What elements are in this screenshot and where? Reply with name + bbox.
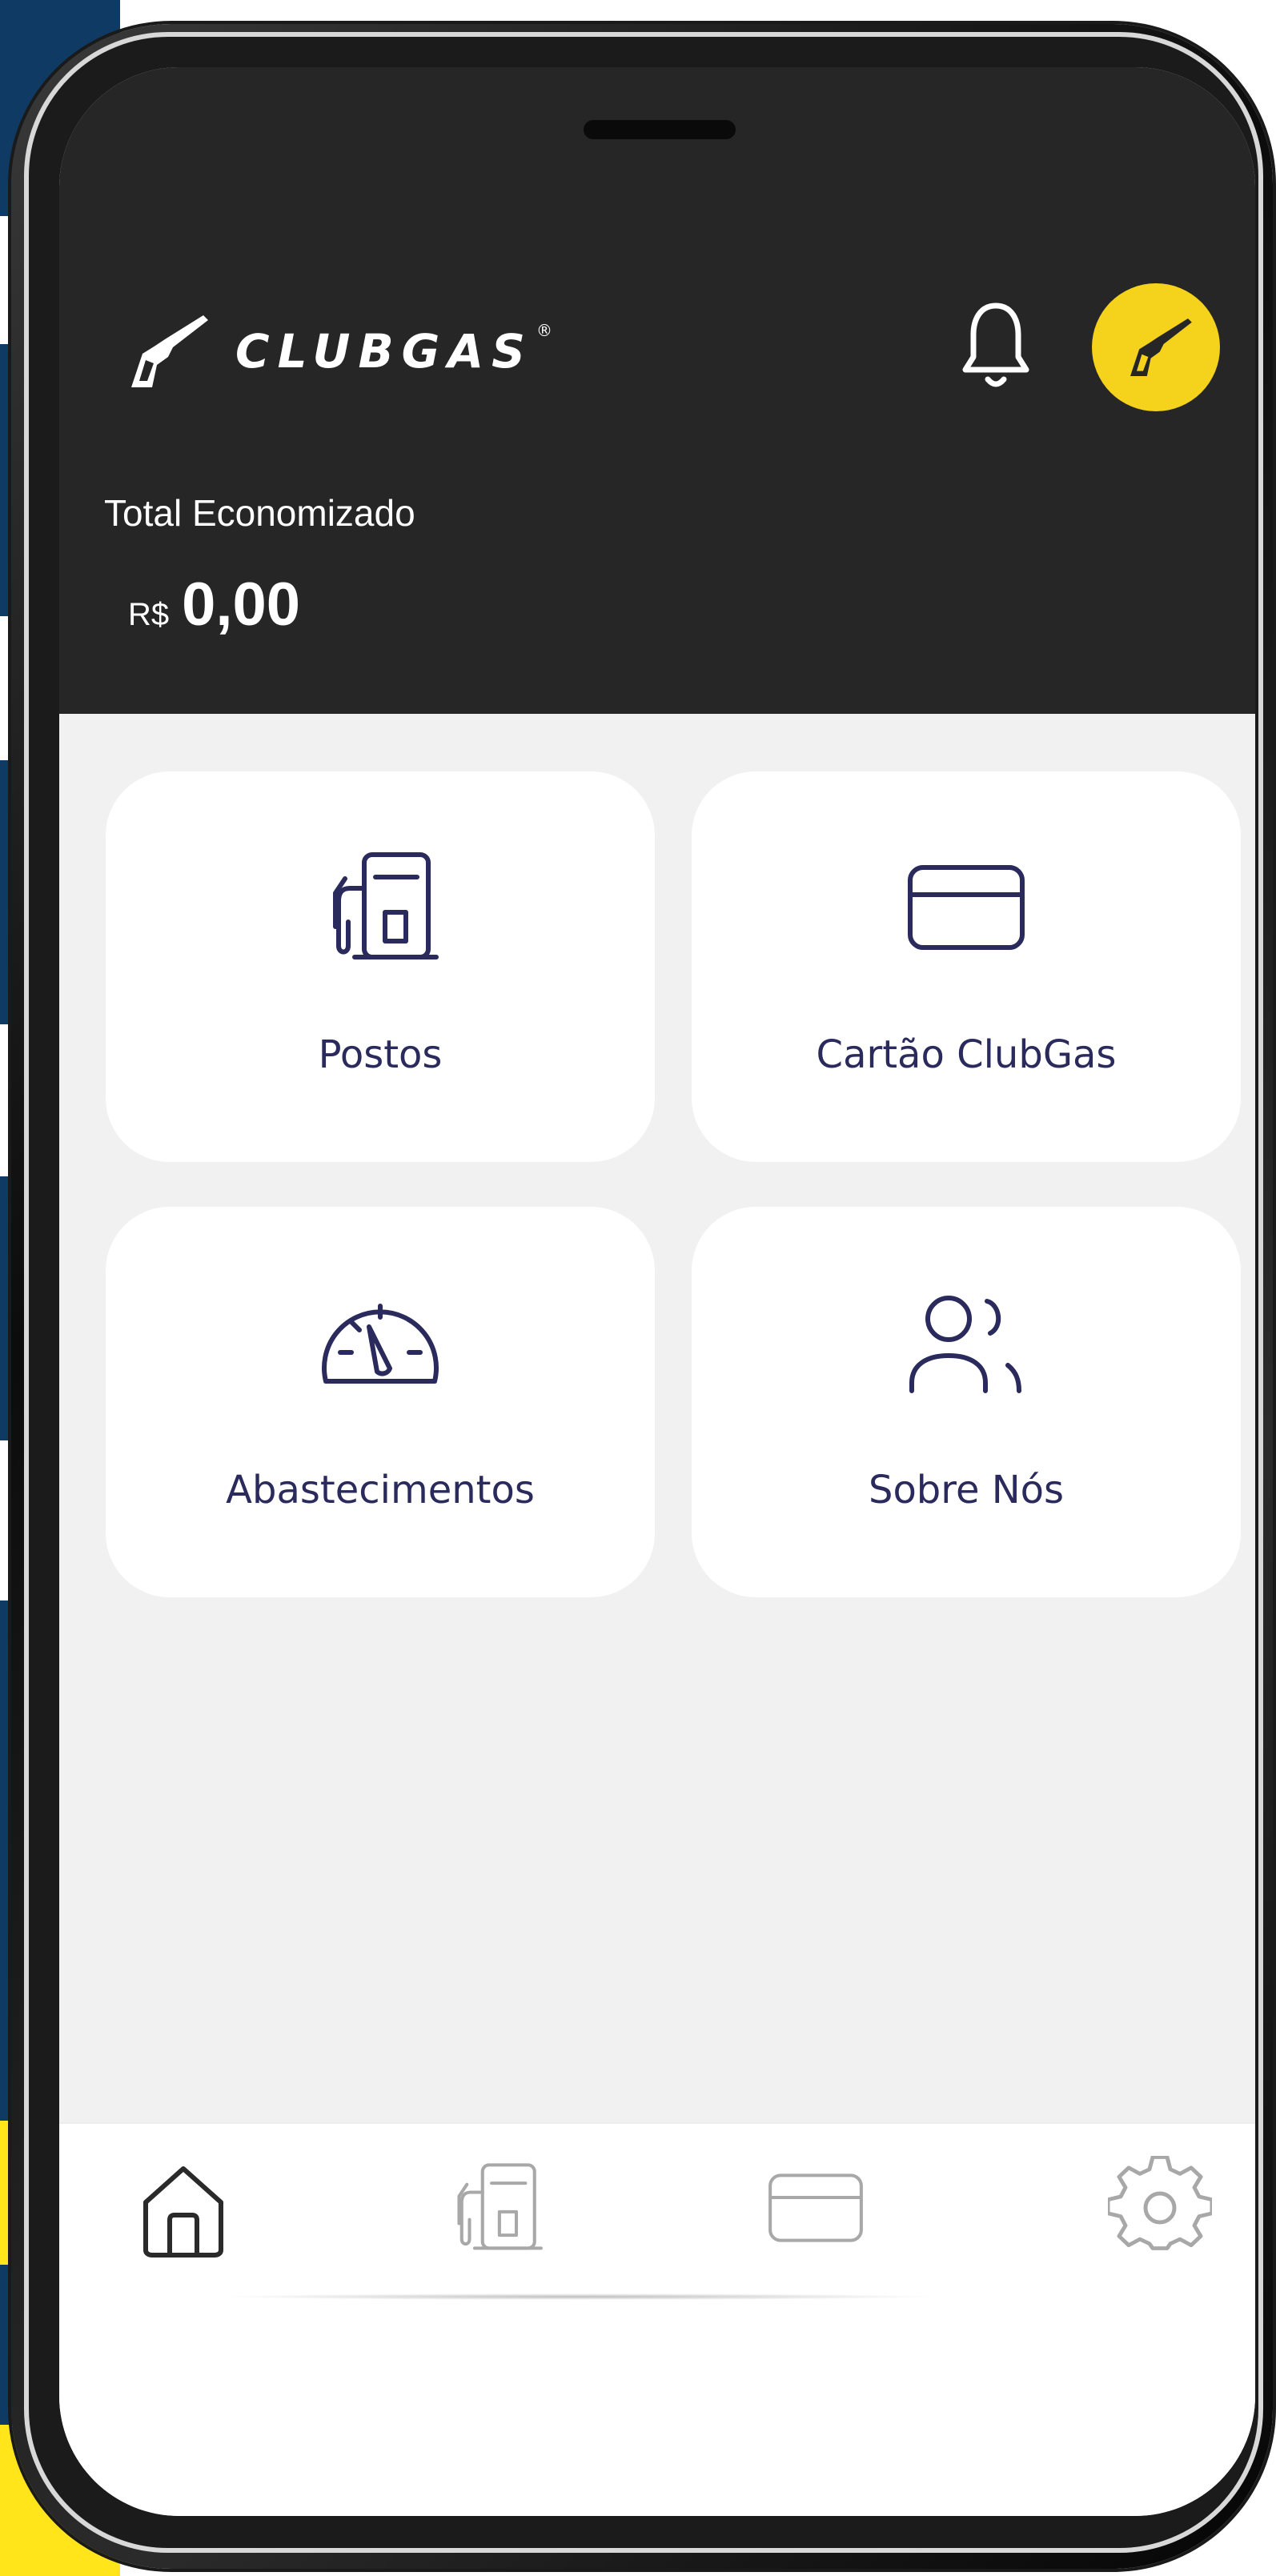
card-label: Abastecimentos [226, 1468, 535, 1512]
saved-amount: 0,00 [182, 571, 301, 639]
currency-symbol: R$ [128, 597, 170, 632]
credit-card-icon[interactable] [764, 2156, 868, 2260]
fuel-pump-icon[interactable] [443, 2156, 548, 2260]
registered-mark: ® [536, 321, 552, 340]
card-postos[interactable]: Postos [106, 771, 655, 1162]
total-saved-label: Total Economizado [104, 492, 415, 534]
safe-area [59, 2290, 1255, 2516]
credit-card-icon [908, 865, 1025, 950]
card-abastecimentos[interactable]: Abastecimentos [106, 1207, 655, 1597]
total-saved-value: R$ 0,00 [128, 570, 300, 639]
card-label: Sobre Nós [868, 1468, 1065, 1512]
nav-shadow [219, 2294, 940, 2300]
gear-icon[interactable] [1108, 2156, 1212, 2260]
avatar[interactable] [1092, 283, 1220, 411]
fuel-nozzle-icon [1130, 318, 1192, 376]
bell-icon[interactable] [956, 299, 1036, 395]
card-label: Cartão ClubGas [816, 1032, 1117, 1077]
fuel-nozzle-icon [131, 315, 208, 387]
app-header: CLUBGAS ® Total Economizado R$ 0,00 [59, 67, 1255, 714]
app-screen: CLUBGAS ® Total Economizado R$ 0,00 Post… [59, 67, 1255, 2516]
brand-name: CLUBGAS [235, 324, 533, 379]
speaker-notch [584, 120, 736, 139]
stage: CLUBGAS ® Total Economizado R$ 0,00 Post… [0, 0, 1276, 2576]
fuel-pump-icon [333, 852, 439, 959]
card-sobre-nos[interactable]: Sobre Nós [692, 1207, 1241, 1597]
bottom-nav [59, 2122, 1255, 2290]
brand-logo: CLUBGAS ® [115, 307, 552, 395]
users-icon [909, 1296, 1021, 1393]
home-icon[interactable] [131, 2156, 235, 2260]
speedometer-icon [322, 1304, 439, 1384]
card-cartao-clubgas[interactable]: Cartão ClubGas [692, 771, 1241, 1162]
card-label: Postos [318, 1032, 443, 1077]
